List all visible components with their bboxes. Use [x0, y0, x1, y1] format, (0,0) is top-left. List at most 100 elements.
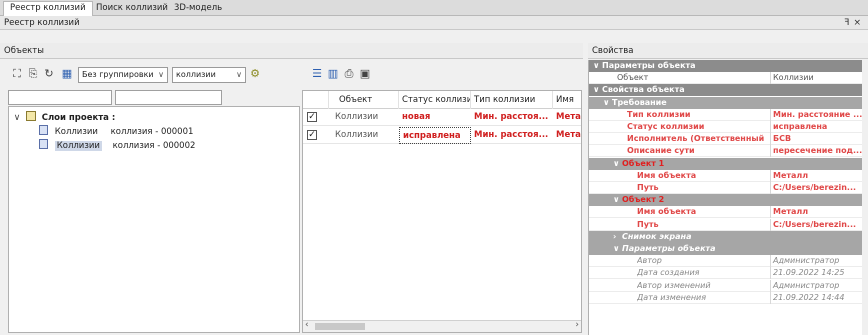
cell-object: Коллизии	[335, 112, 379, 122]
chevron-down-icon[interactable]: ∨	[613, 158, 620, 170]
chevron-right-icon[interactable]: ›	[575, 320, 579, 330]
tree-root-label: Слои проекта :	[41, 113, 116, 123]
tab-3d-model[interactable]: 3D-модель	[168, 2, 228, 16]
cell-type: Мин. расстоя...	[474, 130, 549, 140]
hierarchy-icon[interactable]: ⛶	[10, 67, 24, 81]
row-checkbox[interactable]: ✓	[307, 130, 317, 140]
cell-name: Мета	[556, 130, 581, 140]
property-row[interactable]: Дата создания 21.09.2022 14:25	[589, 267, 862, 280]
property-row[interactable]: Статус коллизии исправлена	[589, 121, 862, 133]
cell-status[interactable]: исправлена	[399, 127, 471, 144]
property-name: Автор изменений	[637, 280, 711, 290]
property-category[interactable]: ∨ Требование	[589, 96, 862, 109]
property-row[interactable]: Объект Коллизии	[589, 72, 862, 85]
collision-icon	[39, 125, 48, 135]
close-icon[interactable]: ×	[853, 18, 865, 28]
chevron-down-icon[interactable]: ∨	[593, 84, 600, 96]
search-document-icon[interactable]: ⎘	[26, 67, 40, 81]
property-category[interactable]: ∨ Свойства объекта	[589, 84, 862, 97]
property-name: Тип коллизии	[627, 109, 691, 119]
property-name: Имя объекта	[637, 170, 697, 180]
property-row[interactable]: Путь C:/Users/berezin...	[589, 182, 862, 194]
tree-item[interactable]: Коллизии коллизия - 000001	[39, 125, 193, 139]
property-name: Путь	[637, 183, 659, 192]
column-header-name[interactable]: Имя	[553, 91, 581, 109]
collisions-grid: Объект Статус коллизии Тип коллизии Имя …	[302, 90, 582, 333]
property-value: исправлена	[770, 121, 862, 133]
property-row[interactable]: Имя объекта Металл	[589, 206, 862, 219]
horizontal-scrollbar[interactable]: ‹ ›	[303, 320, 581, 332]
property-name: Дата создания	[637, 268, 700, 278]
list-view-icon[interactable]: ☰	[310, 67, 324, 81]
table-row[interactable]: ✓ Коллизии новая Мин. расстоя... Мета	[303, 109, 581, 126]
property-category[interactable]: › Снимок экрана	[589, 230, 862, 243]
property-category[interactable]: ∨ Параметры объекта	[589, 243, 862, 255]
chevron-down-icon[interactable]: ∨	[613, 243, 620, 255]
table-view-icon[interactable]: ▦	[60, 67, 74, 81]
value-filter-input[interactable]	[115, 90, 222, 105]
tree-item-selected[interactable]: Коллизии коллизия - 000002	[39, 139, 195, 153]
property-name: Описание сути	[627, 146, 695, 156]
columns-icon[interactable]: ▥	[326, 67, 340, 81]
property-name: Объект	[617, 73, 649, 83]
property-value: Металл	[770, 169, 862, 182]
property-name: Имя объекта	[637, 207, 697, 217]
chevron-down-icon[interactable]: ∨	[593, 60, 600, 72]
property-value: Коллизии	[770, 72, 862, 85]
checkbox-column-header	[303, 91, 329, 109]
chevron-down-icon: ∨	[158, 70, 164, 79]
refresh-icon[interactable]: ↻	[42, 67, 56, 81]
property-row[interactable]: Исполнитель (Ответственный) БСВ	[589, 133, 862, 146]
column-header-type[interactable]: Тип коллизии	[471, 91, 553, 109]
property-name: Исполнитель (Ответственный)	[627, 134, 764, 144]
property-row[interactable]: Тип коллизии Мин. расстояние ...	[589, 108, 862, 121]
window-title: Реестр коллизий	[4, 18, 80, 28]
name-filter-input[interactable]	[8, 90, 112, 105]
chevron-left-icon[interactable]: ‹	[305, 320, 309, 330]
property-value: Администратор	[770, 279, 862, 292]
filter-settings-icon[interactable]: ⚙	[248, 67, 262, 81]
chevron-down-icon[interactable]: ∨	[613, 194, 620, 206]
grouping-select[interactable]: Без группировки ∨	[78, 67, 168, 83]
vertical-scrollbar[interactable]	[862, 60, 868, 335]
property-row[interactable]: Описание сути пересечение под...	[589, 145, 862, 158]
property-value: Металл	[770, 206, 862, 219]
cell-type: Мин. расстоя...	[474, 112, 549, 122]
property-category[interactable]: ∨ Параметры объекта	[589, 60, 862, 72]
property-value: пересечение под...	[770, 145, 862, 158]
scrollbar-thumb[interactable]	[315, 323, 365, 330]
property-category[interactable]: ∨ Объект 2	[589, 194, 862, 207]
property-name: Дата изменения	[637, 292, 707, 302]
tree-root[interactable]: ∨ Слои проекта :	[12, 111, 115, 125]
column-header-object[interactable]: Объект	[329, 91, 399, 109]
table-row[interactable]: ✓ Коллизии исправлена Мин. расстоя... Ме…	[303, 127, 581, 144]
property-category[interactable]: ∨ Объект 1	[589, 157, 862, 170]
tab-collision-registry[interactable]: Реестр коллизий	[3, 1, 93, 17]
tab-collision-search[interactable]: Поиск коллизий	[90, 2, 174, 16]
chevron-down-icon: ∨	[236, 70, 242, 79]
objects-panel-title: Объекты	[0, 43, 583, 59]
property-value: C:/Users/berezin...	[770, 218, 862, 231]
property-row[interactable]: Путь C:/Users/berezin...	[589, 218, 862, 231]
column-header-status[interactable]: Статус коллизии	[399, 91, 471, 109]
window-titlebar: Реестр коллизий ꟻ×	[0, 16, 868, 30]
row-checkbox[interactable]: ✓	[307, 112, 317, 122]
chevron-right-icon[interactable]: ›	[613, 231, 616, 243]
property-value: БСВ	[770, 133, 862, 146]
property-value: 21.09.2022 14:25	[770, 267, 862, 280]
cell-name: Мета	[556, 112, 581, 122]
collisions-select[interactable]: коллизии ∨	[172, 67, 246, 83]
chevron-down-icon[interactable]: ∨	[603, 97, 610, 109]
objects-tree: ∨ Слои проекта : Коллизии коллизия - 000…	[8, 106, 300, 333]
chevron-down-icon[interactable]: ∨	[12, 111, 22, 125]
property-value: 21.09.2022 14:44	[770, 291, 862, 304]
property-row[interactable]: Имя объекта Металл	[589, 169, 862, 182]
property-row[interactable]: Автор Администратор	[589, 255, 862, 268]
property-row[interactable]: Автор изменений Администратор	[589, 279, 862, 292]
export-icon[interactable]: ⎙	[342, 67, 356, 81]
property-name: Автор	[637, 256, 662, 266]
layers-icon	[26, 111, 36, 121]
save-icon[interactable]: ▣	[358, 67, 372, 81]
property-row[interactable]: Дата изменения 21.09.2022 14:44	[589, 291, 862, 304]
property-value: C:/Users/berezin...	[770, 182, 862, 194]
